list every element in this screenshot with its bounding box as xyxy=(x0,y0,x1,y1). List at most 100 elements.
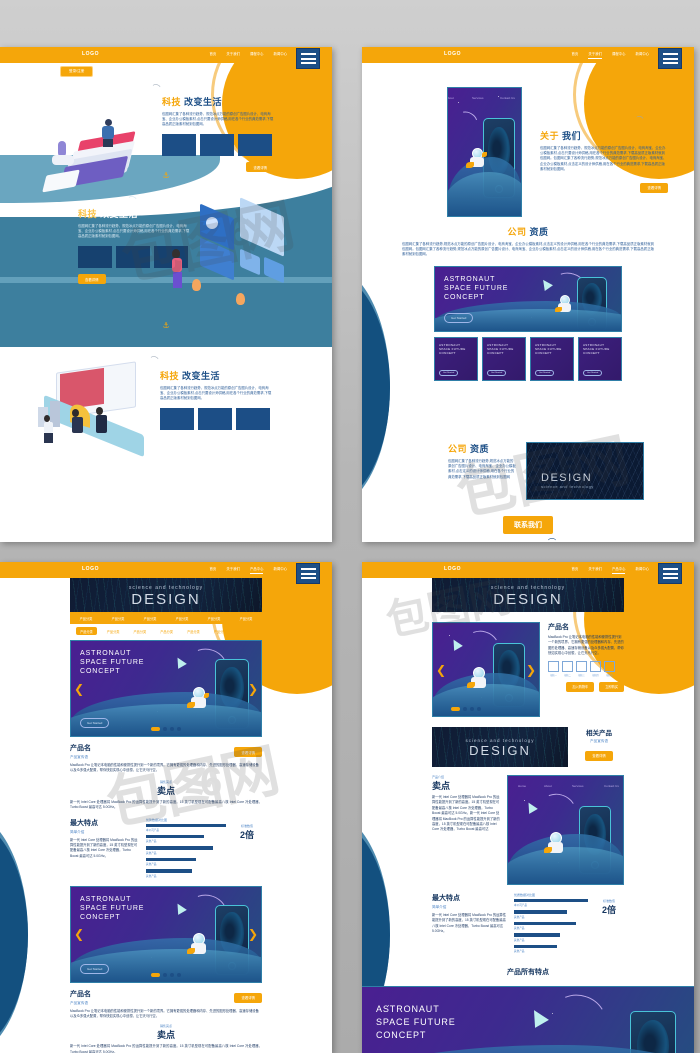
product2-cta-button[interactable]: 查看详情 xyxy=(234,992,262,1003)
category-sub-item-active[interactable]: 产品分类 xyxy=(76,627,97,635)
hamburger-icon[interactable] xyxy=(658,563,682,584)
category-bar-primary[interactable]: 产品分类 产品分类 产品分类 产品分类 产品分类 产品分类 xyxy=(70,612,262,624)
main-nav[interactable]: 首页 关于我们 产品中心 新闻中心 xyxy=(210,567,287,574)
category-item[interactable]: 产品分类 xyxy=(112,616,125,621)
variant-swatches[interactable]: 规格一 规格二 规格三 规格四 规格五 xyxy=(548,660,624,677)
nav-item-home[interactable]: 首页 xyxy=(572,52,579,59)
category-bar-secondary[interactable]: 产品分类 产品分类 产品分类 产品分类 产品分类 产品分类 产品分类 xyxy=(70,624,262,638)
wifi-icon: ⌒ xyxy=(151,83,161,94)
banner-line-2: SPACE FUTURE xyxy=(444,284,509,292)
scroll-down-icon[interactable]: ⚓ xyxy=(162,171,169,180)
mockup-panel-home[interactable]: LOGO 首页 关于我们 课程中心 新闻中心 登录/注册 ⌒ 科技 改变生活 包… xyxy=(0,47,332,542)
product-gallery[interactable]: ❮ ❯ xyxy=(432,622,540,717)
nav-item-news[interactable]: 新闻中心 xyxy=(635,52,649,59)
promo-banner-button[interactable]: Get Started xyxy=(444,312,474,323)
category-sub-item[interactable]: 产品分类 xyxy=(156,627,177,635)
category-item[interactable]: 产品分类 xyxy=(176,616,189,621)
category-item[interactable]: 产品分类 xyxy=(240,616,253,621)
tile-button[interactable]: Get Started xyxy=(487,369,507,376)
tile-button[interactable]: Get Started xyxy=(439,369,459,376)
scroll-down-icon[interactable]: ⚓ xyxy=(162,321,169,330)
variant-option[interactable]: 规格一 xyxy=(548,660,559,677)
main-nav[interactable]: 首页 关于我们 课程中心 新闻中心 xyxy=(572,52,649,59)
carousel-dots[interactable] xyxy=(151,727,181,731)
chevron-right-icon[interactable]: ❯ xyxy=(526,663,536,677)
nav-item-about[interactable]: 关于我们 xyxy=(588,567,602,574)
variant-option[interactable]: 规格三 xyxy=(576,660,587,677)
nav-item-news[interactable]: 新闻中心 xyxy=(273,567,287,574)
nav-item-home[interactable]: 首页 xyxy=(210,567,217,574)
buy-now-button[interactable]: 立即购买 xyxy=(599,681,624,692)
variant-option[interactable]: 规格五 xyxy=(604,660,615,677)
related-cta-button[interactable]: 查看详情 xyxy=(585,750,613,761)
chevron-right-icon[interactable]: ❯ xyxy=(248,682,258,696)
related-banner[interactable]: science and technology DESIGN xyxy=(432,727,568,767)
logo[interactable]: LOGO xyxy=(82,566,99,572)
section3-thumbnail-row[interactable] xyxy=(160,407,272,430)
footer-banner[interactable]: ASTRONAUT SPACE FUTURE CONCEPT xyxy=(362,985,694,1053)
add-to-cart-button[interactable]: 加入购物车 xyxy=(566,681,595,692)
variant-option[interactable]: 规格二 xyxy=(562,660,573,677)
chevron-left-icon[interactable]: ❮ xyxy=(74,927,84,941)
carousel2-line-3: CONCEPT xyxy=(80,913,121,921)
hamburger-icon[interactable] xyxy=(296,48,320,69)
chevron-left-icon[interactable]: ❮ xyxy=(74,682,84,696)
about-cta-button[interactable]: 查看详情 xyxy=(640,182,668,193)
main-nav[interactable]: 首页 关于我们 产品中心 新闻中心 xyxy=(572,567,649,574)
hero-cta-button[interactable]: 查看详情 xyxy=(246,162,274,173)
purchase-actions[interactable]: 加入购物车 立即购买 xyxy=(548,681,624,692)
nav-item-about[interactable]: 关于我们 xyxy=(226,567,240,574)
product-carousel[interactable]: ASTRONAUT SPACE FUTURE CONCEPT Get Start… xyxy=(70,640,262,737)
nav-item-products[interactable]: 产品中心 xyxy=(611,567,626,574)
nav-item-news[interactable]: 新闻中心 xyxy=(273,52,287,57)
chevron-left-icon[interactable]: ❮ xyxy=(436,663,446,677)
nav-item-about[interactable]: 关于我们 xyxy=(588,52,602,59)
logo[interactable]: LOGO xyxy=(82,51,99,57)
promo-banner[interactable]: ASTRONAUT SPACE FUTURE CONCEPT Get Start… xyxy=(434,265,622,332)
category-sub-item[interactable]: 产品分类 xyxy=(103,627,124,635)
logo[interactable]: LOGO xyxy=(444,51,461,57)
hamburger-icon[interactable] xyxy=(296,563,320,584)
category-sub-item[interactable]: 产品分类 xyxy=(130,627,151,635)
main-nav[interactable]: 首页 关于我们 课程中心 新闻中心 xyxy=(210,52,287,57)
contact-us-button[interactable]: 联系我们 xyxy=(503,516,553,534)
promo-tile[interactable]: ASTRONAUT SPACE FUTURE CONCEPT Get Started xyxy=(434,336,478,381)
category-item[interactable]: 产品分类 xyxy=(80,616,93,621)
gallery-dots[interactable] xyxy=(451,707,481,711)
tile-button[interactable]: Get Started xyxy=(535,369,555,376)
nav-item-products[interactable]: 课程中心 xyxy=(612,52,626,59)
promo-tile[interactable]: ASTRONAUT SPACE FUTURE CONCEPT Get Started xyxy=(578,336,622,381)
mockup-panel-product-list[interactable]: LOGO 首页 关于我们 产品中心 新闻中心 science and techn… xyxy=(0,562,332,1053)
promo-tile[interactable]: ASTRONAUT SPACE FUTURE CONCEPT Get Started xyxy=(530,336,574,381)
nav-item-about[interactable]: 关于我们 xyxy=(226,52,240,57)
nav-item-home[interactable]: 首页 xyxy=(572,567,579,574)
related-products-block: science and technology DESIGN 相关产品 产品宣传语… xyxy=(432,727,624,767)
nav-item-home[interactable]: 首页 xyxy=(210,52,217,57)
nav-item-products[interactable]: 产品中心 xyxy=(249,567,264,574)
carousel-button[interactable]: Get Started xyxy=(80,718,110,728)
category-sub-item[interactable]: 产品分类 xyxy=(210,627,231,635)
mockup-panel-about[interactable]: LOGO 首页 关于我们 课程中心 新闻中心 About Services Co… xyxy=(362,47,694,542)
product-cta-button[interactable]: 查看详情 xyxy=(234,747,262,757)
selling-visual-card[interactable]: Home About Services Contact Us xyxy=(507,775,624,885)
category-sub-item[interactable]: 产品分类 xyxy=(237,627,258,635)
nav-item-products[interactable]: 课程中心 xyxy=(250,52,264,57)
promo-tile[interactable]: ASTRONAUT SPACE FUTURE CONCEPT Get Started xyxy=(482,336,526,381)
nav-item-news[interactable]: 新闻中心 xyxy=(635,567,649,574)
hero-thumbnail-row[interactable] xyxy=(162,133,274,156)
category-item[interactable]: 产品分类 xyxy=(144,616,157,621)
chevron-right-icon[interactable]: ❯ xyxy=(248,927,258,941)
logo[interactable]: LOGO xyxy=(444,566,461,572)
product-carousel-2[interactable]: ASTRONAUT SPACE FUTURE CONCEPT Get Start… xyxy=(70,885,262,983)
category-item[interactable]: 产品分类 xyxy=(208,616,221,621)
promo-tile-row[interactable]: ASTRONAUT SPACE FUTURE CONCEPT Get Started… xyxy=(434,336,622,381)
variant-option[interactable]: 规格四 xyxy=(590,660,601,677)
carousel2-button[interactable]: Get Started xyxy=(80,963,110,974)
design-card[interactable]: DESIGN science and technology xyxy=(526,442,644,500)
category-sub-item[interactable]: 产品分类 xyxy=(183,627,204,635)
carousel2-dots[interactable] xyxy=(151,972,181,977)
section2-cta-button[interactable]: 查看详情 xyxy=(78,274,106,285)
hamburger-icon[interactable] xyxy=(658,48,682,69)
mockup-panel-product-detail[interactable]: LOGO 首页 关于我们 产品中心 新闻中心 science and techn… xyxy=(362,562,694,1053)
tile-button[interactable]: Get Started xyxy=(583,369,603,376)
